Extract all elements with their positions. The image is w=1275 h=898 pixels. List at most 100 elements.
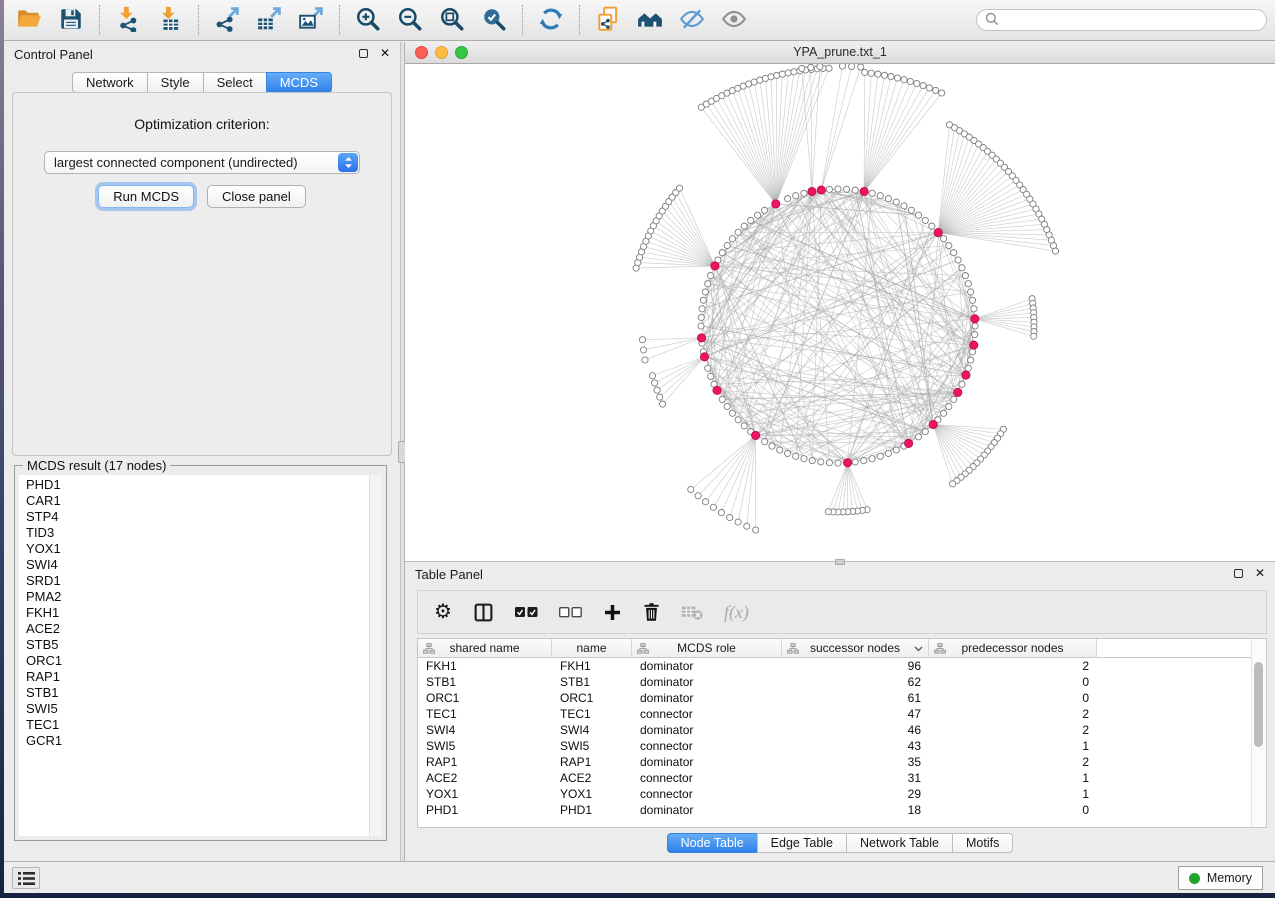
network-node[interactable] (1031, 333, 1037, 339)
column-header-MCDS-role[interactable]: MCDS role (632, 639, 782, 658)
network-node[interactable] (965, 281, 971, 287)
network-node[interactable] (741, 223, 747, 229)
network-hub-node[interactable] (934, 229, 942, 237)
network-hub-node[interactable] (752, 431, 760, 439)
mcds-result-node[interactable]: PMA2 (26, 589, 382, 605)
mcds-result-node[interactable]: YOX1 (26, 541, 382, 557)
network-node[interactable] (744, 523, 750, 529)
network-node[interactable] (799, 65, 805, 71)
network-canvas[interactable] (405, 64, 1275, 561)
export-table-button[interactable] (248, 2, 290, 38)
network-node[interactable] (688, 486, 694, 492)
network-node[interactable] (639, 337, 645, 343)
mcds-result-node[interactable]: TEC1 (26, 717, 382, 733)
mcds-result-node[interactable]: PHD1 (26, 477, 382, 493)
network-node[interactable] (914, 80, 920, 86)
import-table-button[interactable] (149, 2, 191, 38)
network-node[interactable] (652, 380, 658, 386)
network-node[interactable] (941, 236, 947, 242)
network-node[interactable] (907, 78, 913, 84)
network-node[interactable] (888, 74, 894, 80)
network-node[interactable] (972, 332, 978, 338)
network-node[interactable] (893, 447, 899, 453)
zoom-selected-button[interactable] (473, 2, 515, 38)
table-scrollbar-thumb[interactable] (1254, 662, 1263, 747)
column-header-successor-nodes[interactable]: successor nodes (782, 639, 929, 658)
network-node[interactable] (708, 273, 714, 279)
column-header-shared-name[interactable]: shared name (418, 639, 552, 658)
network-node[interactable] (735, 519, 741, 525)
network-node[interactable] (858, 64, 864, 70)
table-settings-button[interactable]: ⚙ (434, 597, 452, 627)
network-node[interactable] (826, 186, 832, 192)
network-node[interactable] (920, 83, 926, 89)
export-network-button[interactable] (206, 2, 248, 38)
mcds-result-node[interactable]: SWI5 (26, 701, 382, 717)
network-node[interactable] (768, 74, 774, 80)
result-scrollbar[interactable] (369, 475, 382, 836)
network-node[interactable] (893, 199, 899, 205)
clone-network-button[interactable] (587, 2, 629, 38)
mcds-result-node[interactable]: ACE2 (26, 621, 382, 637)
network-node[interactable] (968, 289, 974, 295)
network-node[interactable] (779, 71, 785, 77)
network-node[interactable] (970, 349, 976, 355)
network-node[interactable] (753, 527, 759, 533)
tab-node-table[interactable]: Node Table (667, 833, 758, 853)
refresh-button[interactable] (530, 2, 572, 38)
network-hub-node[interactable] (772, 200, 780, 208)
network-hub-node[interactable] (860, 187, 868, 195)
network-node[interactable] (894, 75, 900, 81)
select-all-rows-button[interactable] (515, 597, 538, 627)
network-node[interactable] (915, 434, 921, 440)
network-node[interactable] (657, 394, 663, 400)
network-node[interactable] (971, 306, 977, 312)
zoom-in-button[interactable] (347, 2, 389, 38)
network-node[interactable] (793, 453, 799, 459)
table-row[interactable]: YOX1YOX1connector291 (418, 786, 1266, 802)
table-row[interactable]: FKH1FKH1dominator962 (418, 658, 1266, 674)
tab-select[interactable]: Select (203, 72, 267, 93)
network-node[interactable] (785, 450, 791, 456)
network-node[interactable] (941, 410, 947, 416)
network-node[interactable] (762, 207, 768, 213)
table-row[interactable]: SWI4SWI4dominator462 (418, 722, 1266, 738)
network-node[interactable] (844, 186, 850, 192)
zoom-out-button[interactable] (389, 2, 431, 38)
network-node[interactable] (959, 381, 965, 387)
network-node[interactable] (654, 387, 660, 393)
run-mcds-button[interactable]: Run MCDS (98, 185, 194, 208)
network-node[interactable] (754, 212, 760, 218)
network-node[interactable] (741, 423, 747, 429)
criterion-select[interactable]: largest connected component (undirected) (44, 151, 360, 174)
network-node[interactable] (908, 207, 914, 213)
network-hub-node[interactable] (713, 386, 721, 394)
tab-edge-table[interactable]: Edge Table (757, 833, 847, 853)
network-node[interactable] (699, 306, 705, 312)
deselect-all-rows-button[interactable] (559, 597, 582, 627)
network-node[interactable] (885, 450, 891, 456)
network-node[interactable] (835, 460, 841, 466)
network-node[interactable] (926, 85, 932, 91)
network-node[interactable] (972, 323, 978, 329)
network-node[interactable] (933, 87, 939, 93)
network-node[interactable] (808, 64, 814, 70)
mcds-result-node[interactable]: FKH1 (26, 605, 382, 621)
network-node[interactable] (660, 401, 666, 407)
network-node[interactable] (818, 459, 824, 465)
mcds-result-node[interactable]: STP4 (26, 509, 382, 525)
network-node[interactable] (801, 456, 807, 462)
network-node[interactable] (642, 357, 648, 363)
close-panel-button[interactable]: Close panel (207, 185, 306, 208)
float-panel-icon[interactable] (359, 49, 368, 58)
hide-selected-button[interactable] (671, 2, 713, 38)
open-file-button[interactable] (8, 2, 50, 38)
table-row[interactable]: STB1STB1dominator620 (418, 674, 1266, 690)
network-node[interactable] (1052, 248, 1058, 254)
network-node[interactable] (877, 193, 883, 199)
network-node[interactable] (825, 509, 831, 515)
network-node[interactable] (852, 459, 858, 465)
network-node[interactable] (710, 504, 716, 510)
function-builder-button[interactable]: f(x) (724, 597, 749, 627)
search-box[interactable] (976, 9, 1267, 31)
